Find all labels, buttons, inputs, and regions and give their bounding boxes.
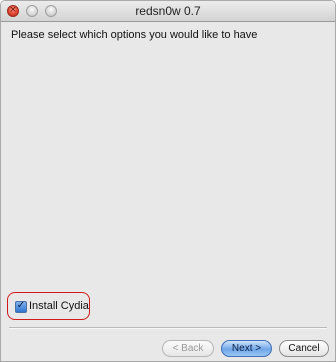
app-window: × redsn0w 0.7 Please select which option… [0,0,336,362]
title-bar[interactable]: × redsn0w 0.7 [1,1,335,22]
back-button[interactable]: < Back [162,340,214,357]
install-cydia-label[interactable]: Install Cydia [29,300,89,312]
wizard-content: Please select which options you would li… [1,22,335,361]
next-button[interactable]: Next > [221,340,272,357]
cancel-button[interactable]: Cancel [279,340,329,357]
options-prompt: Please select which options you would li… [11,29,258,41]
checkmark-icon: ✓ [16,300,26,311]
install-cydia-checkbox[interactable]: ✓ [15,300,27,313]
install-cydia-option[interactable]: ✓ Install Cydia [7,292,90,320]
window-title: redsn0w 0.7 [135,4,201,18]
footer-separator [9,327,327,329]
